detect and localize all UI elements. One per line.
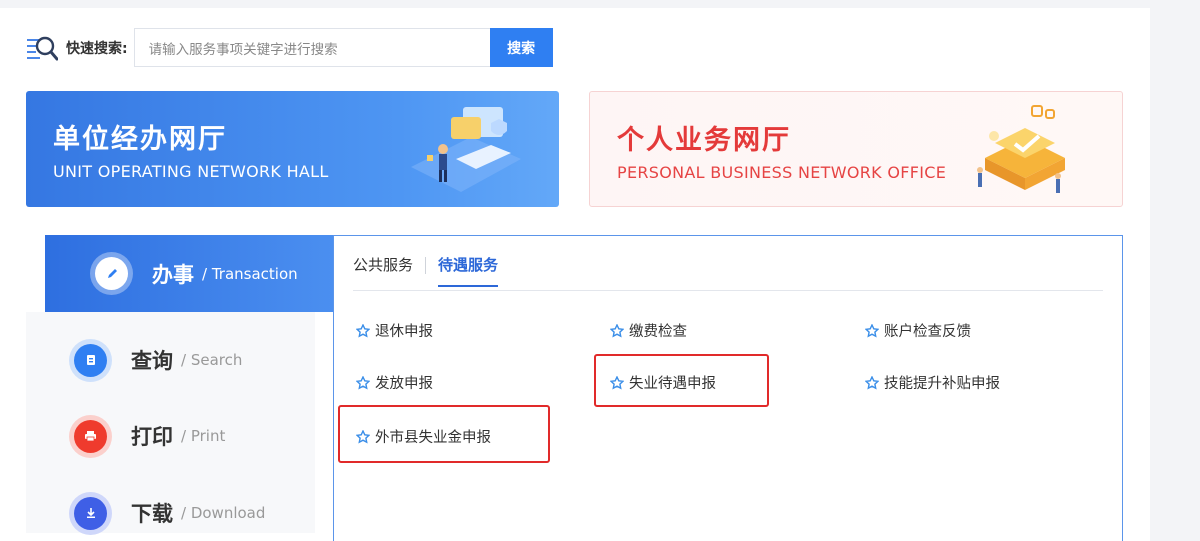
service-item-retirement[interactable]: 退休申报 [356, 320, 433, 341]
personal-illustration-icon [977, 105, 1065, 193]
nav-item-en-label: / Search [181, 351, 243, 369]
service-label: 账户检查反馈 [884, 324, 971, 340]
nav-item-print[interactable]: 打印 / Print [26, 398, 315, 474]
nav-item-label: 办事 [152, 262, 194, 287]
search-label: 快速搜索: [66, 40, 128, 57]
highlight-box-unemployment-benefit [594, 354, 769, 407]
personal-hall-subtitle: PERSONAL BUSINESS NETWORK OFFICE [617, 163, 947, 182]
personal-hall-banner[interactable]: 个人业务网厅 PERSONAL BUSINESS NETWORK OFFICE [589, 91, 1123, 207]
printer-icon [74, 419, 107, 453]
nav-item-label: 下载 [131, 502, 173, 526]
nav-item-transaction[interactable]: 办事 / Transaction [45, 235, 334, 312]
personal-hall-title: 个人业务网厅 [617, 125, 791, 156]
nav-item-download[interactable]: 下载 / Download [26, 475, 315, 541]
service-label: 退休申报 [375, 324, 433, 340]
unit-hall-subtitle: UNIT OPERATING NETWORK HALL [53, 162, 329, 181]
service-item-payout[interactable]: 发放申报 [356, 372, 433, 393]
quick-search-bar: 快速搜索: 请输入服务事项关键字进行搜索 搜索 [26, 28, 553, 67]
service-label: 技能提升补贴申报 [884, 376, 1000, 392]
nav-item-en-label: / Transaction [202, 264, 298, 283]
tab-benefit-services[interactable]: 待遇服务 [438, 254, 499, 287]
service-tabs: 公共服务 待遇服务 [353, 254, 1103, 291]
tab-divider [425, 257, 427, 274]
nav-item-label: 打印 [131, 425, 173, 449]
star-icon [610, 323, 624, 338]
star-icon [865, 323, 879, 338]
star-icon [356, 375, 370, 390]
service-item-account-feedback[interactable]: 账户检查反馈 [865, 320, 971, 341]
download-icon [74, 496, 107, 530]
nav-item-search[interactable]: 查询 / Search [26, 322, 315, 398]
nav-item-en-label: / Download [181, 504, 266, 522]
office-illustration-icon [411, 107, 521, 192]
nav-item-label: 查询 [131, 349, 173, 373]
search-input[interactable]: 请输入服务事项关键字进行搜索 [133, 28, 490, 67]
star-icon [865, 375, 879, 390]
unit-hall-title: 单位经办网厅 [53, 124, 227, 155]
tab-public-services[interactable]: 公共服务 [353, 254, 413, 285]
nav-item-en-label: / Print [181, 427, 226, 445]
highlight-box-nonlocal-unemployment [338, 405, 550, 463]
document-icon [74, 343, 107, 377]
pen-icon [95, 257, 128, 290]
star-icon [356, 323, 370, 338]
service-item-skill-subsidy[interactable]: 技能提升补贴申报 [865, 372, 1000, 393]
unit-hall-banner[interactable]: 单位经办网厅 UNIT OPERATING NETWORK HALL [26, 91, 559, 207]
service-item-payment-check[interactable]: 缴费检查 [610, 320, 687, 341]
service-label: 缴费检查 [629, 324, 687, 340]
search-icon [27, 36, 58, 60]
service-label: 发放申报 [375, 376, 433, 392]
search-button[interactable]: 搜索 [489, 28, 553, 67]
